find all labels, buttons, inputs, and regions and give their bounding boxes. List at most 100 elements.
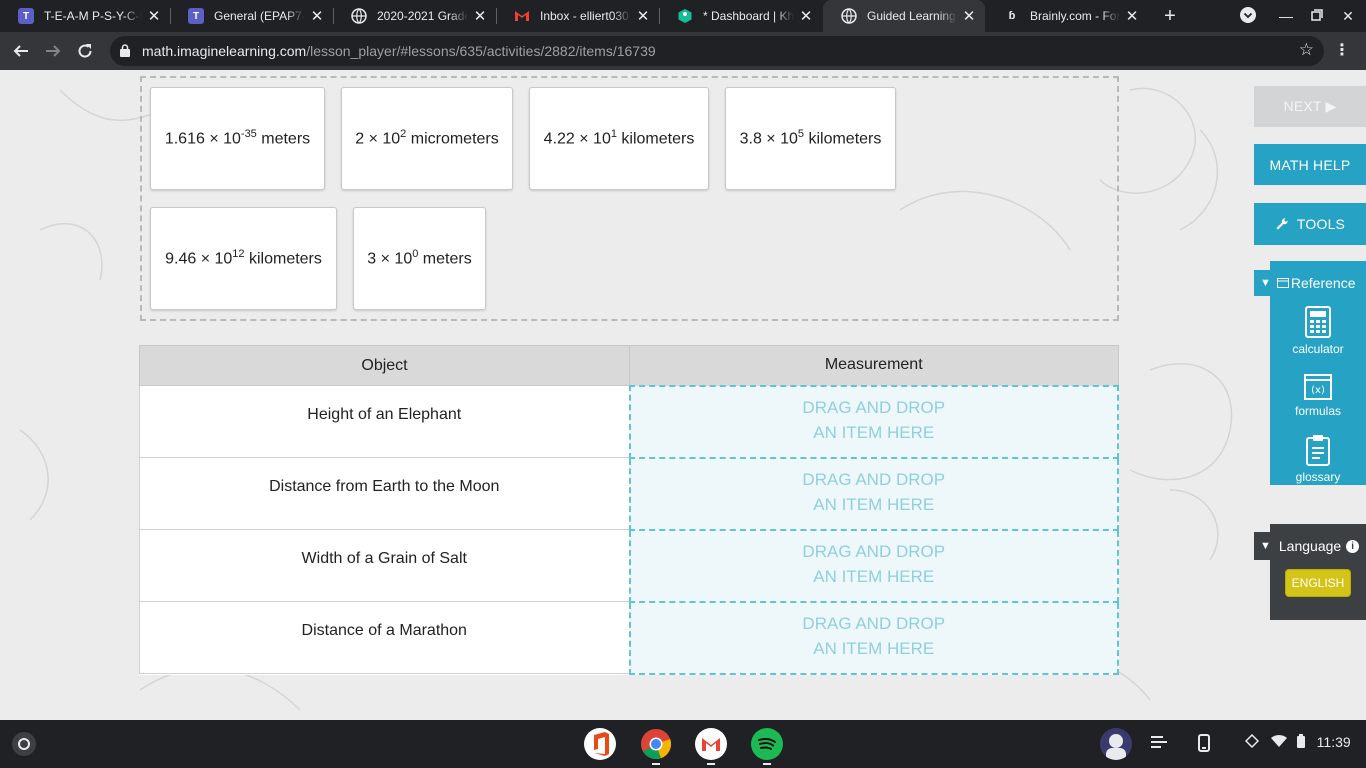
chrome-icon[interactable] — [640, 728, 672, 760]
running-indicator — [707, 763, 715, 765]
browser-toolbar: math.imaginelearning.com/lesson_player/#… — [0, 32, 1366, 70]
close-icon[interactable]: ✕ — [472, 7, 488, 25]
close-icon[interactable]: ✕ — [635, 7, 651, 25]
matching-table: Object Measurement Height of an Elephant… — [139, 345, 1119, 675]
close-icon[interactable]: ✕ — [146, 7, 162, 25]
brainly-icon: ɓ — [1008, 10, 1016, 22]
card-text: 2 × 102 micrometers — [355, 128, 499, 148]
drop-zone[interactable]: DRAG AND DROP AN ITEM HERE — [628, 456, 1119, 531]
drop-zone[interactable]: DRAG AND DROP AN ITEM HERE — [628, 600, 1119, 675]
object-cell: Distance from Earth to the Moon — [139, 457, 630, 530]
triangle-down-icon: ▼ — [1260, 540, 1271, 552]
restore-icon — [1311, 9, 1323, 21]
draggable-card[interactable]: 2 × 102 micrometers — [341, 87, 513, 190]
back-button[interactable] — [8, 38, 34, 64]
close-window-button[interactable]: ✕ — [1338, 6, 1358, 26]
column-header-measurement: Measurement — [629, 345, 1119, 386]
khan-icon — [677, 8, 693, 24]
table-row: Width of a Grain of Salt DRAG AND DROP AN… — [139, 528, 1119, 603]
chevron-down-icon — [1240, 7, 1256, 23]
battery-icon — [1296, 734, 1305, 748]
close-icon[interactable]: ✕ — [798, 7, 814, 25]
card-text: 1.616 × 10-35 meters — [164, 128, 311, 148]
tab-general-epap[interactable]: T General (EPAP7-Pi ✕ — [170, 0, 333, 32]
wrench-icon — [1276, 218, 1288, 230]
address-bar[interactable]: math.imaginelearning.com/lesson_player/#… — [110, 36, 1324, 66]
status-area[interactable]: 11:39 — [1244, 733, 1351, 751]
forward-button[interactable] — [40, 38, 66, 64]
close-icon[interactable]: ✕ — [1124, 7, 1140, 25]
formulas-icon: (x) — [1304, 374, 1332, 400]
tab-grade[interactable]: 2020-2021 Grade ✕ — [333, 0, 496, 32]
reference-header[interactable]: ▼ Reference — [1254, 270, 1366, 296]
object-cell: Distance of a Marathon — [139, 601, 630, 674]
card-text: 3.8 × 105 kilometers — [739, 128, 882, 148]
english-language-button[interactable]: ENGLISH — [1285, 569, 1351, 597]
tab-strip: T T-E-A-M P-S-Y-C-H-E ✕ T General (EPAP7… — [0, 0, 1366, 32]
draggable-card[interactable]: 9.46 × 1012 kilometers — [150, 207, 337, 310]
card-text: 3 × 100 meters — [367, 248, 472, 268]
drop-zone[interactable]: DRAG AND DROP AN ITEM HERE — [628, 528, 1119, 603]
tab-team-psyche[interactable]: T T-E-A-M P-S-Y-C-H-E ✕ — [0, 0, 170, 32]
info-icon[interactable]: i — [1346, 539, 1360, 553]
triangle-down-icon: ▼ — [1260, 277, 1271, 289]
reload-icon — [78, 44, 92, 58]
language-header[interactable]: ▼ Language i — [1254, 532, 1366, 560]
draggable-card[interactable]: 4.22 × 101 kilometers — [529, 87, 709, 190]
os-shelf: 11:39 — [0, 720, 1366, 768]
spotify-icon[interactable] — [751, 728, 783, 760]
running-indicator — [652, 763, 660, 765]
lock-icon[interactable] — [120, 44, 130, 57]
clock: 11:39 — [1316, 734, 1351, 750]
formulas-tool[interactable]: (x) formulas — [1270, 374, 1366, 418]
arrow-right-icon — [46, 45, 61, 57]
table-row: Distance of a Marathon DRAG AND DROP AN I… — [139, 600, 1119, 675]
gmail-icon[interactable] — [695, 728, 727, 760]
draggable-card[interactable]: 3.8 × 105 kilometers — [725, 87, 896, 190]
tab-guided-learning[interactable]: Guided Learning ✕ — [823, 0, 985, 32]
card-text: 9.46 × 1012 kilometers — [165, 248, 322, 268]
glossary-icon — [1306, 435, 1330, 466]
draggable-card[interactable]: 3 × 100 meters — [353, 207, 486, 310]
avatar[interactable] — [1100, 728, 1132, 760]
restore-button[interactable] — [1307, 6, 1327, 26]
avatar-body — [1106, 748, 1126, 760]
bookmark-star-icon[interactable]: ☆ — [1299, 40, 1314, 60]
gmail-icon — [514, 8, 530, 24]
glossary-tool[interactable]: glossary — [1270, 434, 1366, 484]
office-icon[interactable] — [584, 728, 616, 760]
table-row: Distance from Earth to the Moon DRAG AND… — [139, 456, 1119, 531]
close-icon[interactable]: ✕ — [961, 7, 977, 25]
astronaut-avatar-icon — [1109, 734, 1123, 748]
table-row: Height of an Elephant DRAG AND DROP AN IT… — [139, 384, 1119, 459]
math-help-button[interactable]: MATH HELP — [1254, 144, 1366, 185]
globe-icon — [351, 8, 367, 24]
calculator-tool[interactable]: calculator — [1270, 306, 1366, 356]
new-tab-button[interactable]: + — [1158, 4, 1182, 28]
drop-zone[interactable]: DRAG AND DROP AN ITEM HERE — [628, 384, 1119, 459]
more-menu-icon[interactable]: ⋮ — [1334, 40, 1350, 60]
running-indicator — [763, 763, 771, 765]
tab-brainly[interactable]: ɓ Brainly.com - For s ✕ — [986, 0, 1148, 32]
globe-icon — [841, 8, 857, 24]
draggable-card[interactable]: 1.616 × 10-35 meters — [150, 87, 325, 190]
calculator-icon — [1305, 306, 1331, 338]
lesson-page: 1.616 × 10-35 meters 2 × 102 micrometers… — [0, 70, 1366, 720]
tab-inbox[interactable]: Inbox - elliert0307 ✕ — [496, 0, 659, 32]
item-bank: 1.616 × 10-35 meters 2 × 102 micrometers… — [140, 76, 1119, 321]
reload-button[interactable] — [72, 38, 98, 64]
minimize-button[interactable]: — — [1276, 6, 1296, 26]
tab-khan-dashboard[interactable]: * Dashboard | Kha ✕ — [659, 0, 822, 32]
svg-text:(x): (x) — [1311, 385, 1325, 396]
column-header-object: Object — [139, 345, 630, 386]
phone-hub-icon[interactable] — [1198, 734, 1210, 755]
tab-search-button[interactable] — [1238, 6, 1258, 26]
launcher-button[interactable] — [12, 732, 36, 756]
clipboard-tray-icon[interactable] — [1150, 734, 1168, 753]
reference-book-icon — [1276, 278, 1289, 288]
tools-button[interactable]: TOOLS — [1254, 203, 1366, 245]
next-button[interactable]: NEXT ▶ — [1254, 86, 1366, 127]
card-text: 4.22 × 101 kilometers — [543, 128, 695, 148]
teams-icon: T — [188, 8, 204, 24]
close-icon[interactable]: ✕ — [309, 7, 325, 25]
